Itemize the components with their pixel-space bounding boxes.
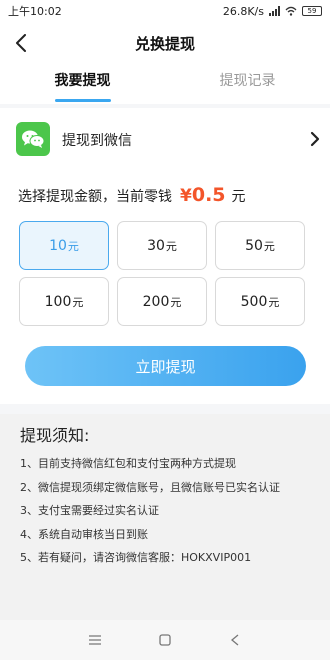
system-nav-bar: [0, 620, 330, 660]
amount-option-30[interactable]: 30 元: [117, 221, 207, 270]
tab-bar: 我要提现 提现记录: [0, 64, 330, 104]
balance-prefix: 选择提现金额，当前零钱: [18, 189, 172, 205]
withdraw-now-button[interactable]: 立即提现: [25, 346, 306, 386]
battery-icon: 59: [302, 6, 322, 16]
tab-records[interactable]: 提现记录: [165, 64, 330, 104]
amount-option-value: 10: [49, 237, 67, 254]
amount-option-100[interactable]: 100 元: [19, 277, 109, 326]
balance-unit: 元: [231, 189, 246, 205]
withdraw-panel: 提现到微信 选择提现金额，当前零钱 ¥ 0.5 元 10 元 30 元 50 元 10…: [0, 108, 330, 404]
signal-icon: [269, 6, 280, 16]
amount-option-unit: 元: [170, 295, 182, 309]
amount-option-unit: 元: [268, 295, 280, 309]
tab-label: 我要提现: [54, 73, 111, 89]
amount-option-value: 30: [147, 237, 165, 254]
amount-option-unit: 元: [263, 239, 275, 253]
balance-value: 0.5: [191, 184, 226, 206]
network-speed: 26.8K/s: [222, 4, 264, 18]
amount-option-value: 200: [142, 293, 170, 310]
amount-option-value: 100: [44, 293, 72, 310]
amount-option-value: 500: [240, 293, 268, 310]
notice-title: 提现须知:: [20, 426, 90, 445]
status-bar: 上午10:02 26.8K/s 59: [0, 0, 330, 22]
amount-options: 10 元 30 元 50 元 100 元 200 元 500 元: [19, 221, 305, 327]
amount-option-10[interactable]: 10 元: [19, 221, 109, 270]
withdraw-method-label: 提现到微信: [62, 133, 132, 149]
amount-option-unit: 元: [72, 295, 84, 309]
notice-item: 3、支付宝需要经过实名认证: [20, 504, 159, 517]
amount-option-50[interactable]: 50 元: [215, 221, 305, 270]
tab-active-indicator: [54, 99, 111, 102]
balance-currency: ¥: [180, 186, 192, 206]
status-time: 上午10:02: [8, 5, 62, 18]
back-arrow-icon[interactable]: [8, 30, 34, 56]
tab-label: 提现记录: [219, 73, 276, 89]
notice-item: 4、系统自动审核当日到账: [20, 527, 148, 541]
amount-option-unit: 元: [67, 239, 79, 253]
chevron-right-icon: [310, 131, 320, 147]
amount-option-500[interactable]: 500 元: [215, 277, 305, 326]
notice-item: 5、若有疑问，请咨询微信客服：HOKXVIP001: [20, 551, 252, 564]
notice-item: 1、目前支持微信红包和支付宝两种方式提现: [20, 457, 236, 470]
page-title: 兑换提现: [134, 34, 195, 53]
balance-line: 选择提现金额，当前零钱 ¥ 0.5 元: [18, 184, 246, 206]
status-indicators: 26.8K/s 59: [223, 5, 322, 18]
wechat-icon: [16, 122, 50, 156]
notice-item: 2、微信提现须绑定微信账号，且微信账号已实名认证: [20, 480, 280, 494]
tab-withdraw[interactable]: 我要提现: [0, 64, 165, 104]
withdraw-notice: 提现须知: 1、目前支持微信红包和支付宝两种方式提现 2、微信提现须绑定微信账号…: [0, 414, 330, 620]
amount-option-value: 50: [245, 237, 263, 254]
withdraw-method-row[interactable]: 提现到微信: [0, 114, 330, 164]
notice-list: 1、目前支持微信红包和支付宝两种方式提现 2、微信提现须绑定微信账号，且微信账号…: [20, 452, 280, 570]
amount-option-200[interactable]: 200 元: [117, 277, 207, 326]
menu-icon[interactable]: [83, 628, 107, 652]
amount-option-unit: 元: [165, 239, 177, 253]
home-icon[interactable]: [153, 628, 177, 652]
back-triangle-icon[interactable]: [223, 628, 247, 652]
wifi-icon: [285, 6, 297, 16]
header: 兑换提现: [0, 22, 330, 64]
